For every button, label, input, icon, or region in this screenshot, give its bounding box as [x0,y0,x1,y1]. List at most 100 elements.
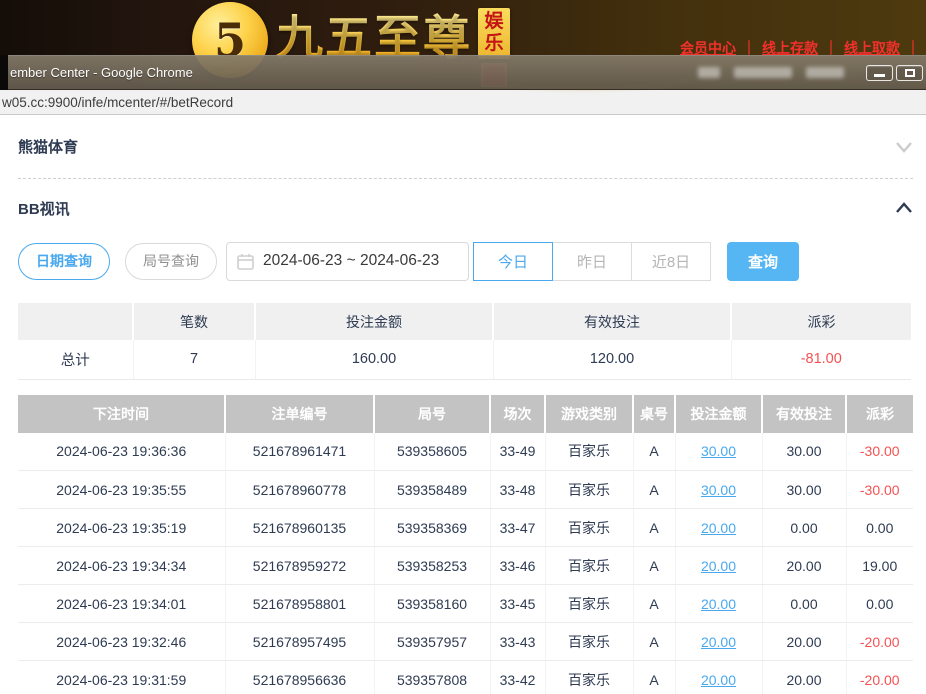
search-button[interactable]: 查询 [727,242,799,281]
today-button[interactable]: 今日 [473,242,553,281]
payout: -20.00 [846,623,913,661]
window-title: ember Center - Google Chrome [10,65,193,80]
payout: 0.00 [846,509,913,547]
chevron-up-icon[interactable] [895,202,913,214]
table-number: A [633,585,675,623]
bet-amount-link[interactable]: 20.00 [701,672,736,688]
round-number: 539358253 [374,547,490,585]
slip-number: 521678961471 [225,433,374,471]
nav-online-deposit[interactable]: 线上存款 [762,40,818,56]
nav-online-withdraw[interactable]: 线上取款 [844,40,900,56]
game-type: 百家乐 [545,471,633,509]
summary-header-count: 笔数 [133,303,255,340]
game-type: 百家乐 [545,585,633,623]
yesterday-button[interactable]: 昨日 [552,242,632,281]
window-minimize-button[interactable] [866,65,893,81]
summary-header-row: 笔数 投注金额 有效投注 派彩 [18,303,911,340]
summary-count: 7 [133,340,255,379]
chevron-down-icon[interactable] [895,141,913,153]
window-left-edge [0,55,8,90]
summary-header-valid-bet: 有效投注 [493,303,731,340]
date-query-tab[interactable]: 日期查询 [18,243,110,280]
game-type: 百家乐 [545,509,633,547]
slip-number: 521678958801 [225,585,374,623]
round-number: 539358369 [374,509,490,547]
last-8-days-button[interactable]: 近8日 [631,242,711,281]
slip-number: 521678959272 [225,547,374,585]
section-title: 熊猫体育 [18,136,78,157]
round-number: 539358605 [374,433,490,471]
table-row: 2024-06-23 19:36:36 521678961471 5393586… [18,433,913,471]
game-type: 百家乐 [545,661,633,694]
table-row: 2024-06-23 19:35:55 521678960778 5393584… [18,471,913,509]
payout: -20.00 [846,661,913,694]
nav-member-center[interactable]: 会员中心 [680,40,736,56]
bet-amount-link[interactable]: 30.00 [701,482,736,498]
bet-time: 2024-06-23 19:36:36 [18,433,225,471]
bet-time: 2024-06-23 19:34:34 [18,547,225,585]
filter-toolbar: 日期查询 局号查询 2024-06-23 ~ 2024-06-23 今日 昨日 … [18,241,913,281]
bet-amount-link[interactable]: 20.00 [701,520,736,536]
browser-url-bar[interactable]: w05.cc:9900/infe/mcenter/#/betRecord [0,90,926,115]
censored-text [734,67,792,78]
bet-record-page: 熊猫体育 BB视讯 日期查询 局号查询 2024-06-23 ~ 2024-06… [0,115,926,694]
section-panda-sports[interactable]: 熊猫体育 [18,115,913,178]
valid-bet: 30.00 [762,433,846,471]
nav-separator: ｜ [742,40,756,56]
table-number: A [633,433,675,471]
summary-header-blank [18,303,133,340]
col-slip-number: 注单编号 [225,395,374,433]
bet-amount-link[interactable]: 20.00 [701,634,736,650]
table-row: 2024-06-23 19:34:34 521678959272 5393582… [18,547,913,585]
col-valid-bet: 有效投注 [762,395,846,433]
minimize-icon [874,74,885,77]
session: 33-45 [490,585,545,623]
url-text: w05.cc:9900/infe/mcenter/#/betRecord [2,95,233,110]
badge-char: 娱 [484,11,503,33]
payout: 19.00 [846,547,913,585]
summary-payout: -81.00 [731,340,911,379]
bet-amount-link[interactable]: 30.00 [701,443,736,459]
col-bet-amount: 投注金额 [675,395,762,433]
table-number: A [633,623,675,661]
nav-separator: ｜ [906,40,920,56]
round-query-tab[interactable]: 局号查询 [125,243,217,280]
bet-amount-link[interactable]: 20.00 [701,596,736,612]
bet-amount-link[interactable]: 20.00 [701,558,736,574]
round-number: 539357957 [374,623,490,661]
censored-text [698,67,720,78]
table-number: A [633,661,675,694]
valid-bet: 30.00 [762,471,846,509]
valid-bet: 20.00 [762,547,846,585]
window-maximize-button[interactable] [896,65,923,81]
summary-valid-bet: 120.00 [493,340,731,379]
session: 33-49 [490,433,545,471]
table-number: A [633,471,675,509]
table-row: 2024-06-23 19:35:19 521678960135 5393583… [18,509,913,547]
table-row: 2024-06-23 19:34:01 521678958801 5393581… [18,585,913,623]
game-type: 百家乐 [545,623,633,661]
section-bb-video[interactable]: BB视讯 [18,179,913,237]
session: 33-42 [490,661,545,694]
date-range-input[interactable]: 2024-06-23 ~ 2024-06-23 [226,242,469,281]
valid-bet: 0.00 [762,509,846,547]
slip-number: 521678956636 [225,661,374,694]
session: 33-46 [490,547,545,585]
bet-time: 2024-06-23 19:35:19 [18,509,225,547]
game-type: 百家乐 [545,547,633,585]
payout: 0.00 [846,585,913,623]
badge-char: 乐 [484,33,503,55]
slip-number: 521678957495 [225,623,374,661]
payout: -30.00 [846,471,913,509]
slip-number: 521678960778 [225,471,374,509]
summary-total-row: 总计 7 160.00 120.00 -81.00 [18,340,911,379]
valid-bet: 20.00 [762,661,846,694]
payout: -30.00 [846,433,913,471]
round-number: 539358160 [374,585,490,623]
chrome-window-titlebar[interactable]: ember Center - Google Chrome [0,55,926,90]
table-number: A [633,547,675,585]
summary-table: 笔数 投注金额 有效投注 派彩 总计 7 160.00 120.00 -81.0… [18,303,911,380]
section-title: BB视讯 [18,198,70,219]
game-type: 百家乐 [545,433,633,471]
table-row: 2024-06-23 19:32:46 521678957495 5393579… [18,623,913,661]
